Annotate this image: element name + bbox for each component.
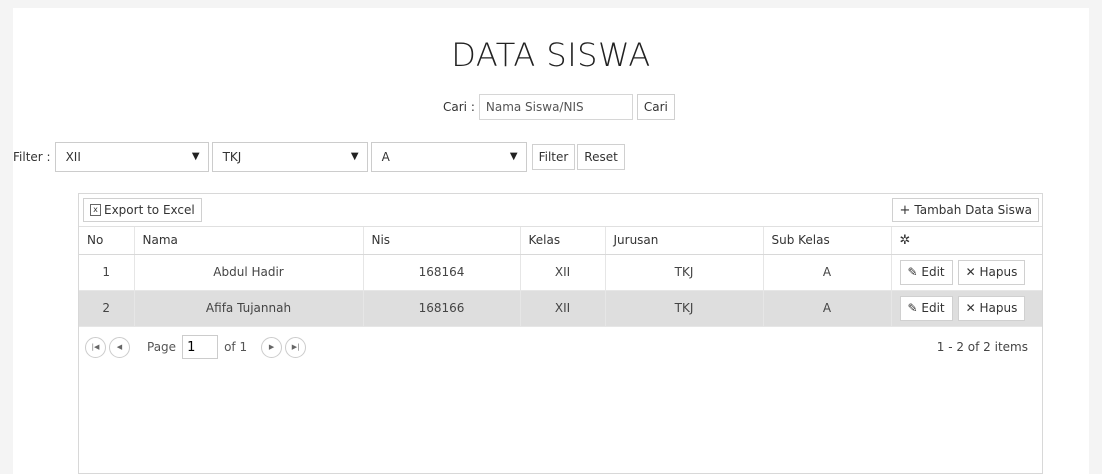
plus-icon: + [899,202,911,218]
pager: |◀ ◀ Page of 1 ▶ ▶| 1 - 2 of 2 items [79,330,1042,364]
cell-actions: ✎ Edit ✕ Hapus [891,290,1042,327]
student-table: No Nama Nis Kelas Jurusan Sub Kelas ✲ 1 … [79,227,1042,327]
kelas-select[interactable]: XII ▼ [54,142,209,172]
cell-jurusan: TKJ [605,290,764,327]
edit-label: Edit [921,265,945,279]
export-excel-label: Export to Excel [104,203,195,217]
export-excel-button[interactable]: x Export to Excel [83,198,202,222]
cell-sub-kelas: A [763,290,892,327]
last-page-icon[interactable]: ▶| [285,336,307,358]
sub-kelas-select[interactable]: A ▼ [370,142,527,172]
col-header-jurusan[interactable]: Jurusan [605,227,764,255]
edit-button[interactable]: ✎ Edit [899,259,953,285]
chevron-down-icon: ▼ [350,151,359,162]
kelas-select-value: XII [65,150,81,164]
delete-label: Hapus [979,265,1018,279]
delete-label: Hapus [979,301,1018,315]
add-student-button[interactable]: + Tambah Data Siswa [892,198,1039,222]
page-total-label: of 1 [224,340,248,354]
col-header-nama[interactable]: Nama [134,227,364,255]
edit-label: Edit [921,301,945,315]
col-header-nis[interactable]: Nis [363,227,521,255]
search-label: Cari : [443,100,475,114]
col-header-kelas[interactable]: Kelas [520,227,606,255]
search-button[interactable]: Cari [636,94,675,120]
student-grid: x Export to Excel + Tambah Data Siswa No… [78,193,1043,474]
next-page-icon[interactable]: ▶ [261,336,283,358]
chevron-down-icon: ▼ [191,151,200,162]
reset-button[interactable]: Reset [577,144,625,170]
pencil-icon: ✎ [907,265,918,279]
first-page-icon[interactable]: |◀ [85,336,106,358]
cell-jurusan: TKJ [605,254,764,291]
cell-kelas: XII [520,254,606,291]
search-input[interactable] [478,94,633,120]
page-number-input[interactable] [182,335,219,359]
filter-label: Filter : [13,150,51,164]
filter-bar: Filter : XII ▼ TKJ ▼ A ▼ Filter Reset [13,142,625,172]
close-icon: ✕ [965,301,976,315]
grid-toolbar: x Export to Excel + Tambah Data Siswa [79,194,1042,227]
edit-button[interactable]: ✎ Edit [899,295,953,321]
table-header-row: No Nama Nis Kelas Jurusan Sub Kelas ✲ [79,227,1042,255]
col-header-sub-kelas[interactable]: Sub Kelas [763,227,892,255]
close-icon: ✕ [965,265,976,279]
page-label: Page [147,340,177,354]
chevron-down-icon: ▼ [509,151,518,162]
cell-no: 1 [79,254,135,291]
cell-kelas: XII [520,290,606,327]
delete-button[interactable]: ✕ Hapus [957,259,1026,285]
delete-button[interactable]: ✕ Hapus [957,295,1026,321]
page-title: DATA SISWA [451,36,651,74]
filter-button[interactable]: Filter [531,144,576,170]
cell-nis: 168164 [363,254,521,291]
pencil-icon: ✎ [907,301,918,315]
cell-no: 2 [79,290,135,327]
col-header-no[interactable]: No [79,227,135,255]
prev-page-icon[interactable]: ◀ [109,336,130,358]
pager-info: 1 - 2 of 2 items [936,340,1028,354]
gear-icon[interactable]: ✲ [900,233,911,248]
col-header-actions[interactable]: ✲ [891,227,1042,255]
sub-kelas-select-value: A [381,150,390,164]
cell-nama: Afifa Tujannah [134,290,364,327]
cell-sub-kelas: A [763,254,892,291]
cell-nama: Abdul Hadir [134,254,364,291]
excel-icon: x [90,204,101,216]
jurusan-select-value: TKJ [222,150,242,164]
table-row[interactable]: 2 Afifa Tujannah 168166 XII TKJ A ✎ Edit… [79,290,1042,327]
table-row[interactable]: 1 Abdul Hadir 168164 XII TKJ A ✎ Edit ✕ … [79,254,1042,291]
add-student-label: Tambah Data Siswa [914,203,1032,217]
search-bar: Cari : Cari [443,94,675,120]
jurusan-select[interactable]: TKJ ▼ [211,142,368,172]
cell-nis: 168166 [363,290,521,327]
main-card: DATA SISWA Cari : Cari Filter : XII ▼ TK… [13,8,1089,474]
cell-actions: ✎ Edit ✕ Hapus [891,254,1042,291]
